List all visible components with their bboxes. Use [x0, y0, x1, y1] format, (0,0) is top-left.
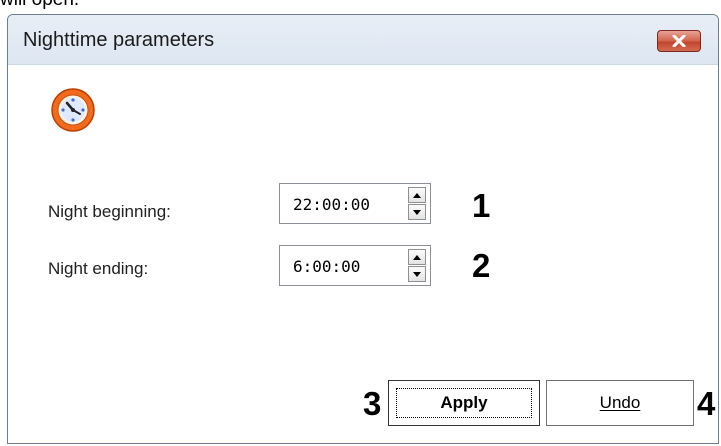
- arrow-down-icon: [413, 209, 421, 215]
- callout-4: 4: [697, 385, 716, 422]
- night-beginning-increment-button[interactable]: [408, 187, 426, 203]
- title-bar[interactable]: Nighttime parameters: [8, 15, 718, 65]
- night-beginning-label: Night beginning:: [48, 202, 171, 221]
- apply-button-label: Apply: [440, 393, 488, 412]
- callout-1: 1: [472, 187, 491, 224]
- night-ending-label: Night ending:: [48, 259, 149, 278]
- dialog-content: Night beginning: 22:00:00 1 Night ending…: [8, 65, 718, 443]
- night-beginning-spinner: [408, 187, 426, 220]
- night-beginning-field[interactable]: 22:00:00: [279, 183, 431, 224]
- undo-button-label: Undo: [599, 393, 641, 412]
- night-beginning-decrement-button[interactable]: [408, 204, 426, 220]
- night-ending-decrement-button[interactable]: [408, 266, 426, 282]
- window-title: Nighttime parameters: [23, 29, 215, 51]
- intro-text: will open.: [0, 0, 79, 11]
- night-ending-field[interactable]: 6:00:00: [279, 245, 431, 286]
- callout-3: 3: [363, 385, 382, 422]
- night-beginning-value[interactable]: 22:00:00: [293, 195, 370, 214]
- callout-2: 2: [472, 247, 491, 284]
- close-x-icon: [672, 35, 686, 47]
- arrow-up-icon: [413, 192, 421, 198]
- arrow-up-icon: [413, 254, 421, 260]
- apply-button[interactable]: Apply: [388, 380, 540, 426]
- dialog-window: Nighttime parameters Night beginning: 22…: [7, 14, 719, 444]
- night-ending-spinner: [408, 249, 426, 282]
- night-ending-increment-button[interactable]: [408, 249, 426, 265]
- arrow-down-icon: [413, 271, 421, 277]
- alarm-clock-icon: [51, 88, 95, 132]
- close-button[interactable]: [657, 30, 701, 52]
- undo-button[interactable]: Undo: [546, 380, 694, 426]
- night-ending-value[interactable]: 6:00:00: [293, 257, 360, 276]
